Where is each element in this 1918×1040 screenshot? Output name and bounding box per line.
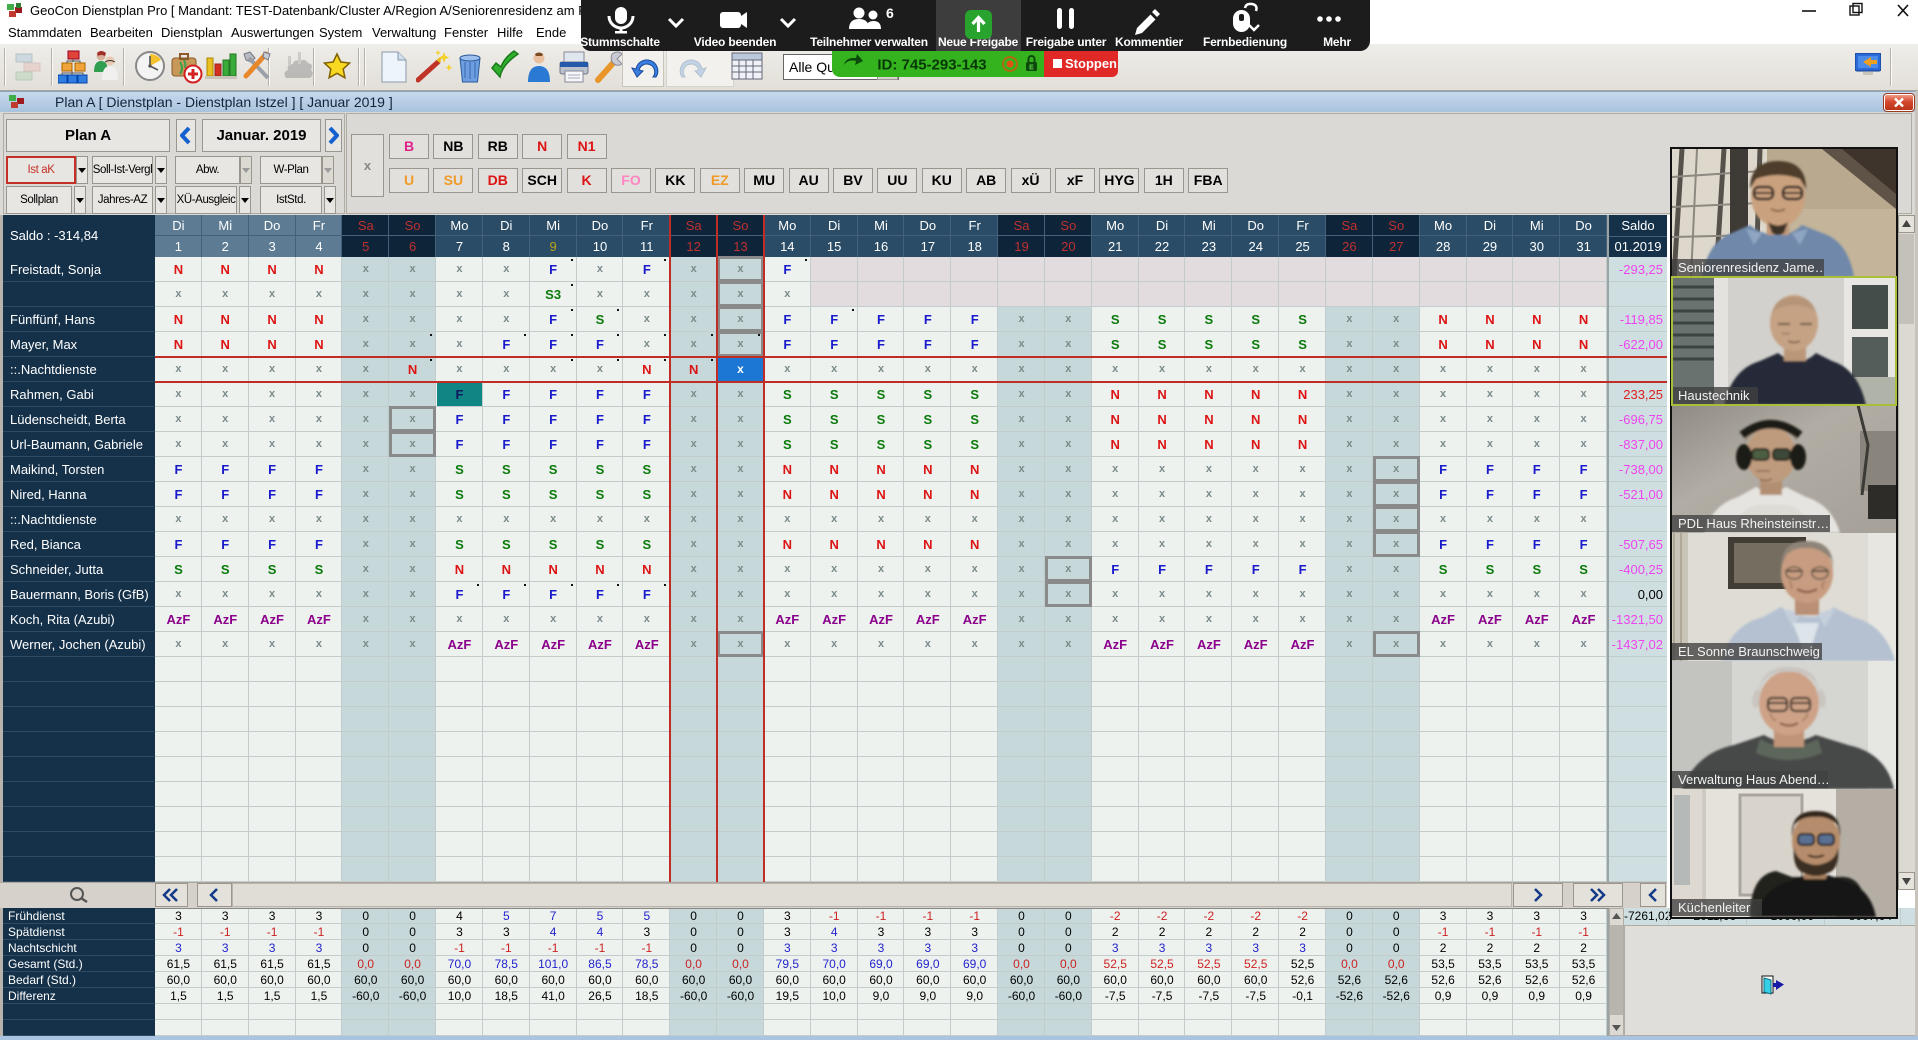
svg-text:6: 6	[886, 5, 894, 21]
svg-text:Teilnehmer verwalten: Teilnehmer verwalten	[810, 35, 928, 49]
svg-text:ID: 745-293-143: ID: 745-293-143	[877, 57, 986, 74]
svg-text:Video beenden: Video beenden	[694, 35, 777, 49]
svg-text:Mehr: Mehr	[1323, 35, 1351, 49]
svg-text:E: E	[1029, 65, 1034, 72]
svg-text:Kommentier: Kommentier	[1115, 35, 1184, 49]
svg-text:Freigabe unter: Freigabe unter	[1026, 35, 1107, 49]
svg-text:Stummschalte: Stummschalte	[581, 35, 660, 49]
svg-text:Fernbedienung: Fernbedienung	[1203, 35, 1287, 49]
